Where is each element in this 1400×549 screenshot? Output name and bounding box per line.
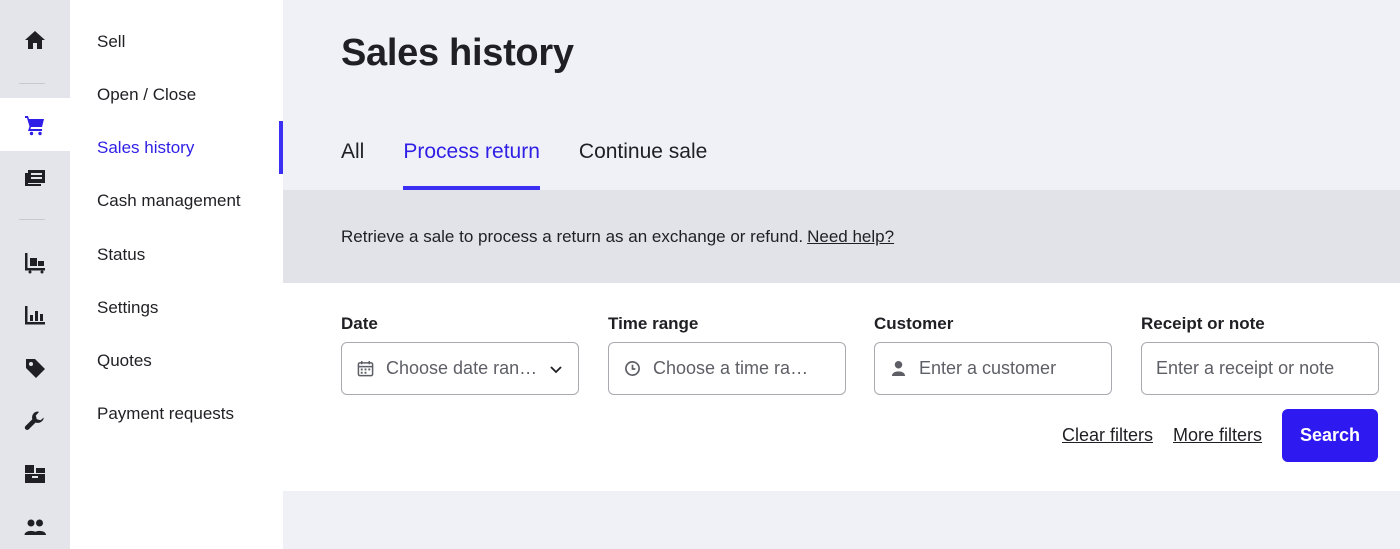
- info-banner: Retrieve a sale to process a return as a…: [283, 190, 1400, 283]
- tab-continue-sale[interactable]: Continue sale: [579, 140, 707, 190]
- time-range-placeholder: Choose a time ra…: [653, 358, 809, 378]
- subnav-item-settings[interactable]: Settings: [70, 281, 283, 334]
- rail-separator: [19, 219, 45, 220]
- person-icon: [889, 360, 907, 378]
- subnav-item-quotes[interactable]: Quotes: [70, 334, 283, 387]
- tab-all[interactable]: All: [341, 140, 364, 190]
- rail-register[interactable]: [0, 151, 70, 204]
- boxes-icon: [25, 464, 45, 483]
- rail-separator: [19, 83, 45, 84]
- filter-actions: Clear filters More filters Search: [1062, 409, 1378, 462]
- rail-customers[interactable]: [0, 500, 70, 549]
- more-filters-button[interactable]: More filters: [1173, 425, 1262, 446]
- filter-panel: Date Choose date ran… Time range Choose …: [283, 283, 1400, 491]
- subnav-item-open-close[interactable]: Open / Close: [70, 68, 283, 121]
- calendar-icon: [356, 360, 374, 378]
- home-icon: [25, 30, 45, 49]
- bar-chart-icon: [25, 305, 45, 324]
- tab-bar: All Process return Continue sale: [341, 140, 746, 190]
- date-label: Date: [341, 314, 378, 333]
- rail-reports[interactable]: [0, 288, 70, 341]
- date-placeholder: Choose date ran…: [386, 358, 538, 378]
- search-button[interactable]: Search: [1282, 409, 1378, 462]
- clear-filters-button[interactable]: Clear filters: [1062, 425, 1153, 446]
- cart-icon: [25, 115, 44, 135]
- time-range-field: Time range Choose a time ra…: [608, 314, 846, 395]
- subnav-item-sell[interactable]: Sell: [70, 15, 283, 68]
- register-icon: [25, 169, 45, 186]
- icon-rail: [0, 0, 70, 549]
- receipt-placeholder: Enter a receipt or note: [1156, 358, 1335, 378]
- customer-input[interactable]: Enter a customer: [874, 342, 1112, 395]
- subnav-item-status[interactable]: Status: [70, 228, 283, 281]
- subnav-item-cash-management[interactable]: Cash management: [70, 174, 283, 227]
- time-range-label: Time range: [608, 314, 699, 333]
- customer-placeholder: Enter a customer: [919, 358, 1057, 378]
- customer-label: Customer: [874, 314, 954, 333]
- receipt-label: Receipt or note: [1141, 314, 1265, 333]
- tag-icon: [26, 358, 45, 378]
- wrench-icon: [24, 411, 44, 430]
- clock-icon: [623, 360, 641, 378]
- chevron-down-icon: [550, 365, 562, 373]
- users-icon: [24, 519, 46, 535]
- sub-navigation: Sell Open / Close Sales history Cash man…: [70, 0, 283, 549]
- tab-process-return[interactable]: Process return: [403, 140, 540, 190]
- rail-home[interactable]: [0, 13, 70, 66]
- inventory-cart-icon: [25, 252, 45, 273]
- page-title: Sales history: [341, 32, 574, 74]
- receipt-input[interactable]: Enter a receipt or note: [1141, 342, 1379, 395]
- customer-field: Customer Enter a customer: [874, 314, 1112, 395]
- date-range-select[interactable]: Choose date ran…: [341, 342, 579, 395]
- banner-text: Retrieve a sale to process a return as a…: [341, 226, 804, 246]
- main-content: Sales history All Process return Continu…: [283, 0, 1400, 549]
- receipt-field: Receipt or note Enter a receipt or note: [1141, 314, 1379, 395]
- subnav-item-sales-history[interactable]: Sales history: [70, 121, 283, 174]
- subnav-item-payment-requests[interactable]: Payment requests: [70, 387, 283, 440]
- date-field: Date Choose date ran…: [341, 314, 579, 395]
- rail-sell[interactable]: [0, 98, 70, 151]
- rail-stock[interactable]: [0, 447, 70, 500]
- time-range-select[interactable]: Choose a time ra…: [608, 342, 846, 395]
- need-help-link[interactable]: Need help?: [807, 227, 894, 247]
- rail-inventory[interactable]: [0, 235, 70, 288]
- rail-products[interactable]: [0, 341, 70, 394]
- rail-setup[interactable]: [0, 394, 70, 447]
